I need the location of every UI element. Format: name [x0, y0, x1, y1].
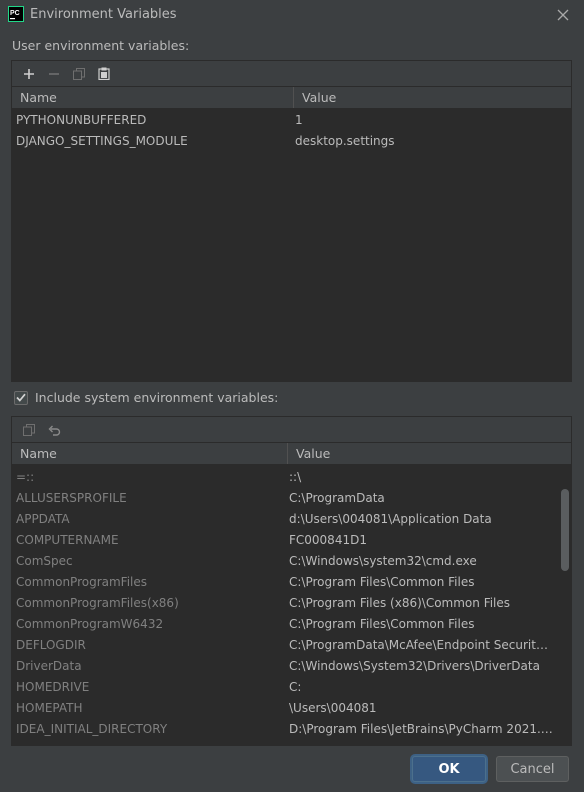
include-system-label[interactable]: Include system environment variables:	[35, 390, 278, 405]
user-variables-panel: Name Value PYTHONUNBUFFERED 1 DJANGO_SET…	[11, 60, 572, 382]
close-button[interactable]	[554, 6, 572, 24]
copy-icon	[23, 423, 35, 436]
variable-name: CommonProgramFiles(x86)	[16, 596, 179, 610]
table-row[interactable]: DEFLOGDIR C:\ProgramData\McAfee\Endpoint …	[12, 635, 571, 656]
user-toolbar	[12, 61, 571, 87]
add-icon	[24, 68, 34, 79]
table-row[interactable]: ALLUSERSPROFILE C:\ProgramData	[12, 488, 571, 509]
svg-text:PC: PC	[10, 10, 20, 17]
paste-button[interactable]	[93, 63, 115, 85]
title-bar: PC Environment Variables	[0, 0, 584, 30]
copy-icon	[73, 67, 85, 80]
system-name-column-header[interactable]: Name	[12, 443, 288, 464]
variable-name: HOMEDRIVE	[16, 680, 90, 694]
remove-icon	[49, 72, 59, 75]
table-row[interactable]: APPDATA d:\Users\004081\Application Data	[12, 509, 571, 530]
window-title: Environment Variables	[30, 7, 177, 22]
variable-value: C:\ProgramData	[289, 491, 385, 505]
user-table-header: Name Value	[12, 87, 571, 109]
copy-button[interactable]	[68, 63, 90, 85]
variable-value: \Users\004081	[289, 701, 377, 715]
table-row[interactable]: DJANGO_SETTINGS_MODULE desktop.settings	[12, 131, 571, 152]
variable-value: ::\	[289, 470, 302, 484]
table-row[interactable]: CommonProgramFiles C:\Program Files\Commo…	[12, 572, 571, 593]
variable-value: C:	[289, 680, 302, 694]
user-table-body: PYTHONUNBUFFERED 1 DJANGO_SETTINGS_MODUL…	[12, 109, 571, 380]
checkmark-icon	[16, 393, 26, 402]
variable-value: C:\Windows\system32\cmd.exe	[289, 554, 477, 568]
variable-value: 1	[295, 113, 303, 127]
pycharm-logo-icon: PC	[8, 6, 24, 22]
table-row[interactable]: COMPUTERNAME FC000841D1	[12, 530, 571, 551]
include-system-checkbox[interactable]	[14, 390, 28, 405]
variable-name: =::	[16, 470, 35, 484]
variable-name: PYTHONUNBUFFERED	[16, 113, 147, 127]
variable-value: d:\Users\004081\Application Data	[289, 512, 492, 526]
system-variables-panel: Name Value =::::\ ALLUSERSPROFILE C:\Progr…	[11, 416, 572, 746]
copy-button[interactable]	[18, 419, 40, 441]
variable-value: desktop.settings	[295, 134, 395, 148]
table-row[interactable]: IDEA_INITIAL_DIRECTORY D:\Program Files\J…	[12, 719, 571, 740]
undo-icon	[48, 425, 60, 436]
variable-name: CommonProgramFiles	[16, 575, 148, 589]
table-row[interactable]: DriverData C:\Windows\System32\Drivers\Dr…	[12, 656, 571, 677]
variable-name: COMPUTERNAME	[16, 533, 119, 547]
table-row[interactable]: PYTHONUNBUFFERED 1	[12, 110, 571, 131]
system-table-scrollbar[interactable]	[561, 489, 569, 571]
table-row[interactable]: HOMEPATH \Users\004081	[12, 698, 571, 719]
include-system-row: Include system environment variables:	[14, 390, 278, 405]
variable-name: DEFLOGDIR	[16, 638, 86, 652]
variable-value: C:\Program Files (x86)\Common Files	[289, 596, 511, 610]
user-name-column-header[interactable]: Name	[12, 87, 294, 108]
variable-name: IDEA_INITIAL_DIRECTORY	[16, 722, 168, 736]
table-row[interactable]: CommonProgramFiles(x86) C:\Program Files …	[12, 593, 571, 614]
cancel-button[interactable]: Cancel	[496, 756, 569, 782]
user-variables-table: Name Value PYTHONUNBUFFERED 1 DJANGO_SET…	[12, 87, 571, 381]
variable-name: DriverData	[16, 659, 82, 673]
table-row[interactable]: ComSpec C:\Windows\system32\cmd.exe	[12, 551, 571, 572]
variable-name: DJANGO_SETTINGS_MODULE	[16, 134, 188, 148]
table-row[interactable]: CommonProgramW6432 C:\Program Files\Commo…	[12, 614, 571, 635]
variable-name: CommonProgramW6432	[16, 617, 164, 631]
variable-name: ComSpec	[16, 554, 73, 568]
close-icon	[557, 9, 569, 21]
paste-icon	[98, 67, 110, 80]
variable-name: HOMEPATH	[16, 701, 83, 715]
variable-name: ALLUSERSPROFILE	[16, 491, 127, 505]
variable-value: C:\ProgramData\McAfee\Endpoint Security\…	[289, 638, 559, 652]
variable-value: D:\Program Files\JetBrains\PyCharm 2021.…	[289, 722, 564, 736]
user-value-column-header[interactable]: Value	[294, 87, 571, 108]
system-variables-table: Name Value =::::\ ALLUSERSPROFILE C:\Progr…	[12, 443, 571, 745]
user-variables-label: User environment variables:	[12, 38, 190, 53]
add-button[interactable]	[18, 63, 40, 85]
ok-button[interactable]: OK	[412, 756, 486, 782]
system-table-header: Name Value	[12, 443, 571, 465]
system-table-body: =::::\ALLUSERSPROFILE C:\ProgramDataAPPDA…	[12, 465, 571, 744]
table-row[interactable]: HOMEDRIVE C:	[12, 677, 571, 698]
table-row[interactable]: =::::\	[12, 467, 571, 488]
remove-button[interactable]	[43, 63, 65, 85]
variable-value: C:\Program Files\Common Files	[289, 617, 475, 631]
system-toolbar	[12, 417, 571, 443]
variable-value: C:\Program Files\Common Files	[289, 575, 475, 589]
system-value-column-header[interactable]: Value	[288, 443, 571, 464]
variable-name: APPDATA	[16, 512, 70, 526]
variable-value: C:\Windows\System32\Drivers\DriverData	[289, 659, 540, 673]
revert-button[interactable]	[43, 419, 65, 441]
variable-value: FC000841D1	[289, 533, 367, 547]
